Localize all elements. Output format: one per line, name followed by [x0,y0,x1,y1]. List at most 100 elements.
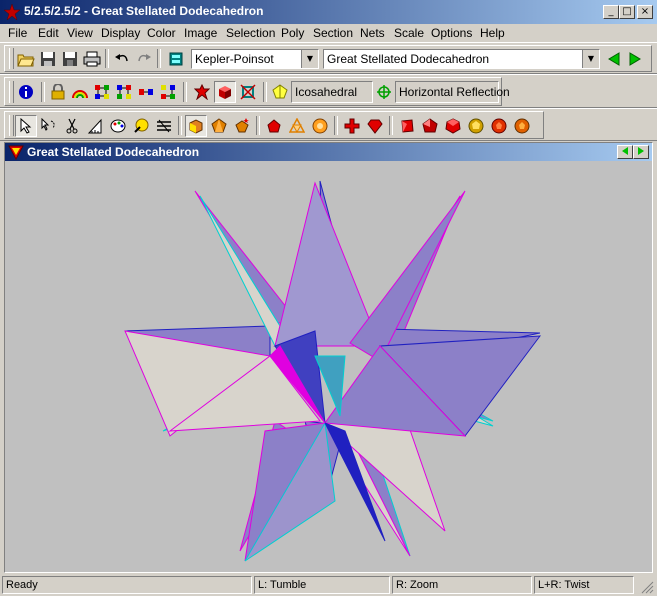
pentagon-button[interactable] [263,115,285,137]
database-icon [169,52,183,66]
orange-poly-button[interactable] [208,115,230,137]
red-solid-c-button[interactable] [442,115,464,137]
database-button[interactable] [165,48,187,70]
doc-prev-button[interactable] [617,145,633,159]
close-button[interactable]: × [637,5,653,19]
family-select-value: Kepler-Poinsot [195,52,274,66]
graph-c-button[interactable] [135,81,157,103]
select-tool-button[interactable] [15,115,37,137]
red-solid-b-button[interactable] [419,115,441,137]
print-icon [83,51,101,67]
undo-button[interactable] [111,48,133,70]
ruler-tool-button[interactable] [84,115,106,137]
menu-file[interactable]: File [8,26,27,40]
solid-face-button[interactable] [185,115,207,137]
document-title: Great Stellated Dodecahedron [27,145,200,159]
stripes-tool-button[interactable] [153,115,175,137]
red-solid-e-button[interactable] [488,115,510,137]
menu-poly[interactable]: Poly [281,26,304,40]
sparkle-poly-button[interactable] [231,115,253,137]
next-poly-button[interactable] [624,48,646,70]
star-view-button[interactable] [191,81,213,103]
red-solid-c-icon [445,118,461,134]
title-bar: 5/2.5/2.5/2 - Great Stellated Dodecahedr… [0,0,657,24]
morph-tool-button[interactable] [130,115,152,137]
resize-grip-icon[interactable] [640,580,654,594]
menu-view[interactable]: View [67,26,93,40]
rainbow-icon [72,90,88,99]
menu-options[interactable]: Options [431,26,472,40]
lock-button[interactable] [47,81,69,103]
menu-display[interactable]: Display [101,26,140,40]
graph-d-button[interactable] [157,81,179,103]
red-solid-d-button[interactable] [465,115,487,137]
compound-button[interactable] [237,81,259,103]
palette-tool-button[interactable] [107,115,129,137]
palette-icon [110,119,126,133]
open-button[interactable] [15,48,37,70]
reflection-button[interactable] [373,81,395,103]
menu-scale[interactable]: Scale [394,26,424,40]
select-arrow-icon [20,118,32,134]
red-solid-a-icon [401,119,414,133]
menu-selection[interactable]: Selection [226,26,275,40]
toolbar-file-panel: Kepler-Poinsot ▼ Great Stellated Dodecah… [4,45,652,72]
cross-button[interactable] [341,115,363,137]
toolbar-separator [389,116,393,135]
red-solid-f-button[interactable] [511,115,533,137]
polyhedron-canvas[interactable] [5,161,652,572]
redo-icon [138,54,151,62]
polyhedron-render [124,180,542,562]
orange-ball-button[interactable] [309,115,331,137]
chevron-down-icon[interactable]: ▼ [582,50,599,68]
lasso-tool-button[interactable] [38,115,60,137]
toolbar-separator [178,116,182,135]
chevron-down-icon[interactable]: ▼ [301,50,318,68]
red-solid-a-button[interactable] [396,115,418,137]
prev-poly-button[interactable] [603,48,625,70]
menu-help[interactable]: Help [480,26,505,40]
maximize-button[interactable]: □ [619,5,635,19]
open-icon [17,54,35,67]
lasso-icon [41,118,55,131]
menu-edit[interactable]: Edit [38,26,59,40]
toolbar-grip[interactable] [9,115,14,136]
scissors-tool-button[interactable] [61,115,83,137]
info-button[interactable] [15,81,37,103]
document-poly-icon [8,145,24,160]
prev-arrow-icon [608,52,620,66]
toolbar-grip[interactable] [9,48,14,69]
toolbar-separator [263,82,267,102]
toolbar-display-panel: Icosahedral Horizontal Reflection [4,77,510,106]
save-button[interactable] [37,48,59,70]
family-select[interactable]: Kepler-Poinsot ▼ [191,49,319,69]
symmetry-button[interactable] [269,81,291,103]
sparkle-poly-icon [235,118,249,133]
menu-nets[interactable]: Nets [360,26,385,40]
menu-section[interactable]: Section [313,26,353,40]
polyhedron-face [199,195,281,348]
poly-select-value: Great Stellated Dodecahedron [327,52,490,66]
solid-view-button[interactable] [214,81,236,103]
doc-next-button[interactable] [633,145,649,159]
truncate-button[interactable] [364,115,386,137]
graph-a-button[interactable] [91,81,113,103]
save-as-button[interactable] [59,48,81,70]
undo-icon [115,54,128,62]
graph-d-icon [161,85,175,99]
rainbow-button[interactable] [69,81,91,103]
red-cube-icon [219,86,231,99]
toolbar-separator [41,82,45,102]
print-button[interactable] [81,48,103,70]
minimize-button[interactable]: _ [603,5,619,19]
graph-b-button[interactable] [113,81,135,103]
info-icon [19,85,33,99]
toolbar-grip[interactable] [9,81,14,103]
ruler-icon [87,118,102,134]
poly-select[interactable]: Great Stellated Dodecahedron ▼ [323,49,600,69]
toolbar-display: Icosahedral Horizontal Reflection [0,74,657,108]
menu-color[interactable]: Color [147,26,176,40]
redo-button[interactable] [133,48,155,70]
net-button[interactable] [286,115,308,137]
menu-image[interactable]: Image [184,26,217,40]
